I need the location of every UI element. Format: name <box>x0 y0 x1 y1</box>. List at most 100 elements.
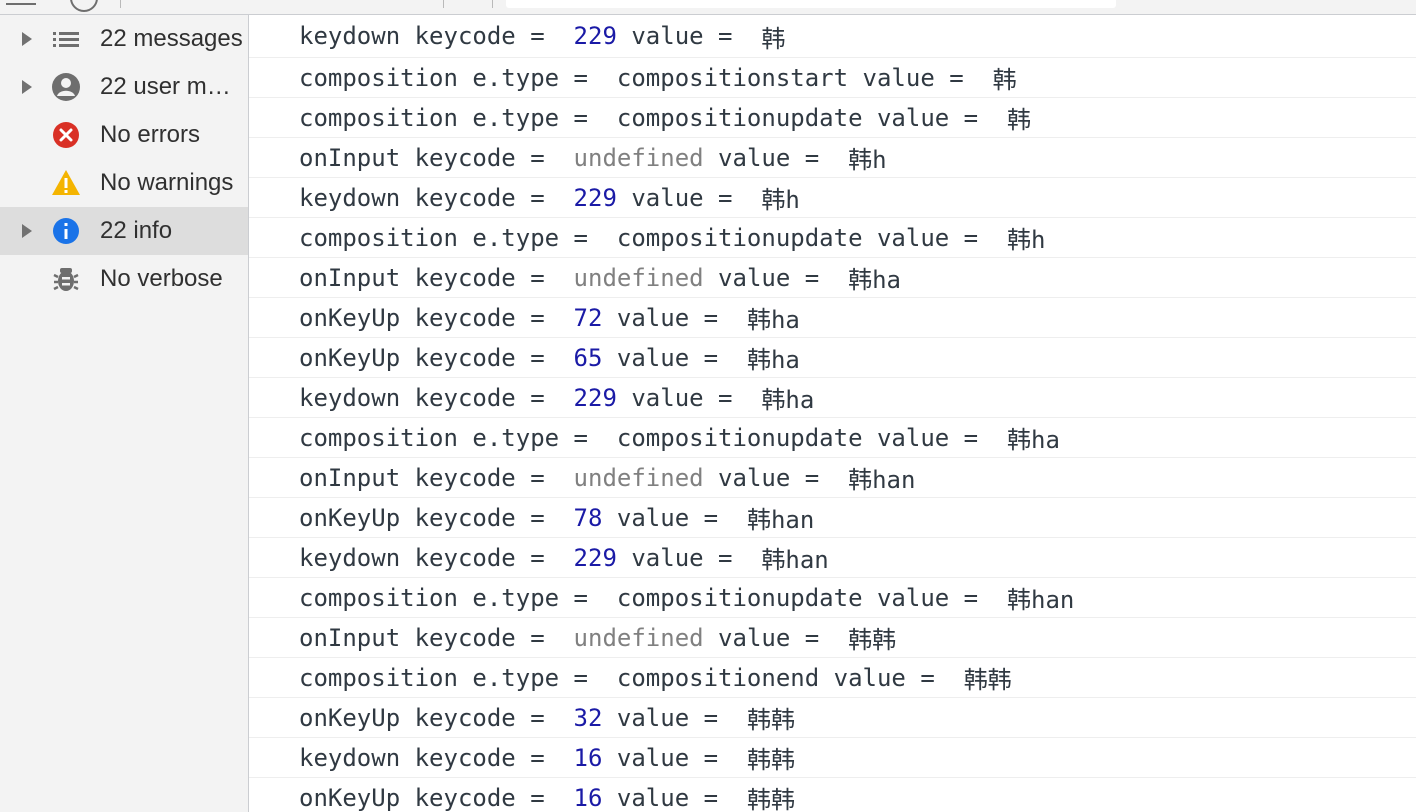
sidebar-item-label: 22 messages <box>100 25 243 52</box>
console-suffix: value = <box>602 503 747 532</box>
console-message: keydown keycode = 229 value = 韩h <box>249 178 1416 218</box>
console-suffix: value = <box>616 383 762 412</box>
filter-input[interactable] <box>506 0 1116 8</box>
console-suffix: value = <box>602 343 747 372</box>
console-text: 韩han <box>761 546 829 574</box>
console-text: 韩韩 <box>848 626 897 654</box>
console-text: 韩ha <box>746 306 800 334</box>
sidebar-item-label: 22 info <box>100 217 173 244</box>
console-prefix: composition e.type = <box>299 583 617 612</box>
console-text: 韩ha <box>1007 426 1060 454</box>
clear-console-icon[interactable] <box>70 0 98 12</box>
console-suffix: value = <box>848 63 993 92</box>
console-suffix: value = <box>602 783 747 812</box>
console-text: 韩 <box>992 66 1017 94</box>
toolbar-divider <box>492 0 493 8</box>
console-value: 78 <box>573 503 603 532</box>
console-text: 韩 <box>761 24 786 53</box>
console-suffix: value = <box>862 103 1008 132</box>
console-message: onInput keycode = undefined value = 韩h <box>249 138 1416 178</box>
console-suffix: value = <box>703 463 849 492</box>
console-prefix: onInput keycode = <box>299 143 574 172</box>
console-text: 韩 <box>1007 106 1032 134</box>
console-prefix: onKeyUp keycode = <box>299 503 574 532</box>
console-text: 韩韩 <box>746 786 795 812</box>
console-text: 韩韩 <box>963 666 1012 694</box>
console-prefix: onInput keycode = <box>299 623 574 652</box>
error-icon <box>53 122 79 148</box>
sidebar-item-messages[interactable]: 22 messages <box>0 15 248 63</box>
console-suffix: value = <box>602 703 747 732</box>
console-value: 65 <box>573 343 603 372</box>
console-suffix: value = <box>602 303 747 332</box>
sidebar-item-warnings[interactable]: No warnings <box>0 159 248 207</box>
sidebar-item-label: No errors <box>100 121 201 148</box>
console-message: onInput keycode = undefined value = 韩ha <box>249 258 1416 298</box>
console-value: compositionupdate <box>616 103 863 132</box>
warning-icon <box>52 170 80 195</box>
sidebar-item-user-messages[interactable]: 22 user messages <box>0 63 248 111</box>
console-text: 韩h <box>848 146 887 174</box>
sidebar-item-label: No warnings <box>100 169 234 196</box>
console-value: undefined <box>573 623 704 652</box>
toolbar-divider <box>120 0 121 8</box>
sidebar-item-verbose[interactable]: No verbose <box>0 255 248 303</box>
console-text: 韩han <box>848 466 916 494</box>
console-message: onKeyUp keycode = 32 value = 韩韩 <box>249 698 1416 738</box>
console-suffix: value = <box>703 143 849 172</box>
console-text: 韩ha <box>761 386 815 414</box>
console-suffix: value = <box>602 743 747 772</box>
sidebar-item-label: 22 user messages <box>100 73 244 100</box>
console-suffix: value = <box>862 223 1008 252</box>
expand-arrow-icon[interactable] <box>22 80 32 94</box>
console-value: compositionupdate <box>616 583 863 612</box>
sidebar-item-errors[interactable]: No errors <box>0 111 248 159</box>
console-value: 229 <box>573 383 617 412</box>
console-prefix: onInput keycode = <box>299 263 574 292</box>
console-value: compositionupdate <box>616 223 863 252</box>
console-text: 韩韩 <box>746 746 795 774</box>
expand-arrow-icon[interactable] <box>22 224 32 238</box>
console-suffix: value = <box>703 623 849 652</box>
toolbar-divider <box>443 0 444 8</box>
console-suffix: value = <box>862 583 1008 612</box>
user-icon <box>52 73 80 101</box>
list-icon <box>53 32 79 47</box>
console-suffix: value = <box>862 423 1008 452</box>
sidebar-toggle-icon[interactable] <box>6 0 36 5</box>
console-text: 韩han <box>1007 586 1075 614</box>
console-text: 韩韩 <box>746 706 795 734</box>
console-message: onKeyUp keycode = 78 value = 韩han <box>249 498 1416 538</box>
console-sidebar: 22 messages 22 user messages No errors N… <box>0 15 249 812</box>
console-toolbar <box>0 0 1416 15</box>
console-message: onInput keycode = undefined value = 韩韩 <box>249 618 1416 658</box>
console-suffix: value = <box>703 263 849 292</box>
expand-arrow-icon[interactable] <box>22 32 32 46</box>
bug-icon <box>53 268 79 291</box>
console-message: keydown keycode = 16 value = 韩韩 <box>249 738 1416 778</box>
console-message: composition e.type = compositionend valu… <box>249 658 1416 698</box>
console-prefix: onKeyUp keycode = <box>299 703 574 732</box>
console-prefix: onKeyUp keycode = <box>299 303 574 332</box>
console-value: undefined <box>573 143 704 172</box>
console-prefix: keydown keycode = <box>299 22 574 50</box>
console-value: compositionupdate <box>616 423 863 452</box>
console-message: onKeyUp keycode = 72 value = 韩ha <box>249 298 1416 338</box>
console-output[interactable]: keydown keycode = 229 value = 韩 compositi… <box>249 15 1416 812</box>
console-suffix: value = <box>616 22 762 50</box>
sidebar-item-label: No verbose <box>100 265 223 292</box>
console-prefix: keydown keycode = <box>299 543 574 572</box>
console-prefix: composition e.type = <box>299 103 617 132</box>
console-value: 16 <box>573 783 603 812</box>
console-prefix: keydown keycode = <box>299 383 574 412</box>
console-value: 72 <box>573 303 603 332</box>
console-message: composition e.type = compositionupdate v… <box>249 578 1416 618</box>
console-prefix: onKeyUp keycode = <box>299 783 574 812</box>
console-message: composition e.type = compositionupdate v… <box>249 218 1416 258</box>
console-text: 韩h <box>1007 226 1046 254</box>
sidebar-item-info[interactable]: 22 info <box>0 207 248 255</box>
console-text: 韩ha <box>848 266 901 294</box>
console-message: onInput keycode = undefined value = 韩han <box>249 458 1416 498</box>
console-suffix: value = <box>616 543 762 572</box>
console-value: undefined <box>573 263 704 292</box>
